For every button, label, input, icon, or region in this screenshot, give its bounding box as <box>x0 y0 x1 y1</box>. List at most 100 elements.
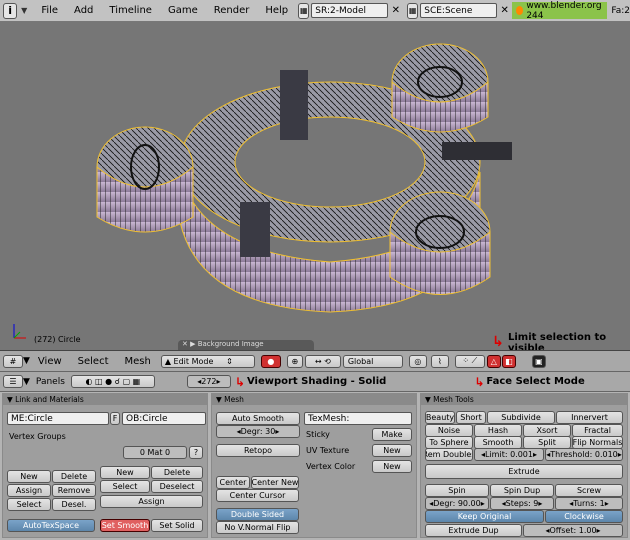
spin-degree-field[interactable]: ◂ Degr: 90.00 ▸ <box>425 497 489 510</box>
fake-user-button[interactable]: F <box>110 412 120 425</box>
autotexspace-toggle[interactable]: AutoTexSpace <box>7 519 95 532</box>
smooth-degree-field[interactable]: ◂ Degr: 30 ▸ <box>216 425 300 438</box>
editor-type-icon[interactable]: # <box>3 354 23 368</box>
short-toggle[interactable]: Short <box>456 411 486 424</box>
subdivide-button[interactable]: Subdivide <box>487 411 555 424</box>
close-screen-icon[interactable]: ✕ <box>390 4 401 18</box>
spin-dup-button[interactable]: Spin Dup <box>490 484 554 497</box>
limit-field[interactable]: ◂ Limit: 0.001 ▸ <box>474 448 544 461</box>
viewport-shading-button[interactable]: ● <box>260 354 281 368</box>
innervert-select[interactable]: Innervert <box>556 411 623 424</box>
menu-timeline[interactable]: Timeline <box>101 5 160 16</box>
face-count: Fa:2 <box>611 5 630 16</box>
center-new-button[interactable]: Center New <box>251 476 299 489</box>
vgroup-deselect-button[interactable]: Desel. <box>52 498 96 511</box>
3d-viewport[interactable]: (272) Circle ✕ ▶ Background Image <box>0 22 630 350</box>
threshold-field[interactable]: ◂ Threshold: 0.010 ▸ <box>545 448 623 461</box>
clockwise-toggle[interactable]: Clockwise <box>545 510 623 523</box>
center-cursor-button[interactable]: Center Cursor <box>216 489 299 502</box>
mesh-render[interactable] <box>0 22 630 350</box>
menu-help[interactable]: Help <box>257 5 296 16</box>
info-window-icon[interactable]: i <box>3 2 18 19</box>
center-button[interactable]: Center <box>216 476 250 489</box>
close-scene-icon[interactable]: ✕ <box>499 4 510 18</box>
vertex-color-new-button[interactable]: New <box>372 460 412 473</box>
pivot-icon[interactable]: ⊕ <box>286 354 303 368</box>
turns-field[interactable]: ◂ Turns: 1 ▸ <box>555 497 623 510</box>
frame-field[interactable]: ◂ 272 ▸ <box>186 375 231 388</box>
extrude-button[interactable]: Extrude <box>425 464 623 479</box>
top-menubar: i ▼ File Add Timeline Game Render Help ▦… <box>0 0 630 22</box>
context-icons[interactable]: ◐ ◫ ● ☌ ▢ ▦ <box>70 375 155 388</box>
scene-browse-icon[interactable]: ▦ <box>407 2 419 19</box>
limit-selection-button[interactable]: ◧ <box>501 354 516 368</box>
steps-field[interactable]: ◂ Steps: 9 ▸ <box>490 497 554 510</box>
gap-block-right <box>442 142 512 160</box>
menu-view[interactable]: View <box>30 356 70 367</box>
sticky-make-button[interactable]: Make <box>372 428 412 441</box>
spin-degree-value: Degr: 90.00 <box>433 499 481 508</box>
mode-select[interactable]: ▲ Edit Mode ⇕ <box>160 354 255 368</box>
offset-value: Offset: 1.00 <box>549 526 597 535</box>
screen-browse-icon[interactable]: ▦ <box>298 2 310 19</box>
material-assign-button[interactable]: Assign <box>100 495 203 508</box>
material-help-button[interactable]: ? <box>189 446 203 459</box>
menu-add[interactable]: Add <box>66 5 101 16</box>
retopo-toggle[interactable]: Retopo <box>216 444 300 457</box>
vgroup-assign-button[interactable]: Assign <box>7 484 51 497</box>
collapse-header-icon[interactable]: ▼ <box>23 356 30 366</box>
material-select-button[interactable]: Select <box>100 480 150 493</box>
spin-button[interactable]: Spin <box>425 484 489 497</box>
mesh-name-field[interactable]: ME:Circle <box>7 412 109 425</box>
texmesh-field[interactable]: TexMesh: <box>304 412 412 425</box>
render-icon[interactable]: ▣ <box>531 354 546 368</box>
object-name-field[interactable]: OB:Circle <box>122 412 206 425</box>
screen-field[interactable]: SR:2-Model <box>311 3 389 18</box>
background-image-tab[interactable]: ✕ ▶ Background Image <box>178 340 314 350</box>
mode-label: Edit Mode <box>173 356 214 366</box>
mesh-tools-title[interactable]: ▼ Mesh Tools <box>421 394 627 405</box>
scene-field[interactable]: SCE:Scene <box>420 3 498 18</box>
vgroup-new-button[interactable]: New <box>7 470 51 483</box>
double-sided-toggle[interactable]: Double Sided <box>216 508 299 521</box>
face-select-button[interactable]: △ <box>486 354 501 368</box>
screw-button[interactable]: Screw <box>555 484 623 497</box>
y-axis-icon <box>13 331 21 339</box>
auto-smooth-toggle[interactable]: Auto Smooth <box>216 412 300 425</box>
extrude-dup-button[interactable]: Extrude Dup <box>425 524 522 537</box>
menu-file[interactable]: File <box>33 5 66 16</box>
material-deselect-button[interactable]: Deselect <box>151 480 203 493</box>
menu-game[interactable]: Game <box>160 5 206 16</box>
offset-field[interactable]: ◂ Offset: 1.00 ▸ <box>523 524 623 537</box>
snap-icon[interactable]: ⌇ <box>430 354 449 368</box>
beauty-toggle[interactable]: Beauty <box>425 411 455 424</box>
set-solid-button[interactable]: Set Solid <box>151 519 203 532</box>
vertex-edge-select-icons[interactable]: ⁘ ⟋ <box>454 354 485 368</box>
material-new-button[interactable]: New <box>100 466 150 479</box>
vgroup-select-button[interactable]: Select <box>7 498 51 511</box>
set-smooth-button[interactable]: Set Smooth <box>100 519 150 532</box>
link-materials-title[interactable]: ▼ Link and Materials <box>3 394 207 405</box>
buttons-editor-icon[interactable]: ☰ <box>3 375 23 388</box>
material-index-field[interactable]: 0 Mat 0 <box>123 446 187 459</box>
collapse-buttons-icon[interactable]: ▼ <box>23 377 30 387</box>
proportional-icon[interactable]: ◎ <box>408 354 427 368</box>
material-delete-button[interactable]: Delete <box>151 466 203 479</box>
keep-original-toggle[interactable]: Keep Original <box>425 510 544 523</box>
mesh-panel: ▼ Mesh Auto Smooth ◂ Degr: 30 ▸ TexMesh:… <box>211 393 417 538</box>
menu-select[interactable]: Select <box>70 356 117 367</box>
collapse-triangle-icon[interactable]: ▼ <box>21 6 27 15</box>
vertex-groups-label: Vertex Groups <box>9 432 66 441</box>
menu-render[interactable]: Render <box>206 5 258 16</box>
no-vnormal-flip-toggle[interactable]: No V.Normal Flip <box>216 521 299 534</box>
manipulator-icons[interactable]: ↔ ⟲ <box>304 354 341 368</box>
orientation-select[interactable]: Global <box>342 354 403 368</box>
menu-mesh[interactable]: Mesh <box>117 356 159 367</box>
edit-mode-icon: ▲ <box>164 356 171 366</box>
uv-texture-new-button[interactable]: New <box>372 444 412 457</box>
mesh-panel-title[interactable]: ▼ Mesh <box>212 394 416 405</box>
vgroup-delete-button[interactable]: Delete <box>52 470 96 483</box>
vgroup-remove-button[interactable]: Remove <box>52 484 96 497</box>
rem-doubles-button[interactable]: Rem Doubles <box>425 448 473 461</box>
panels-label: Panels <box>35 376 65 387</box>
